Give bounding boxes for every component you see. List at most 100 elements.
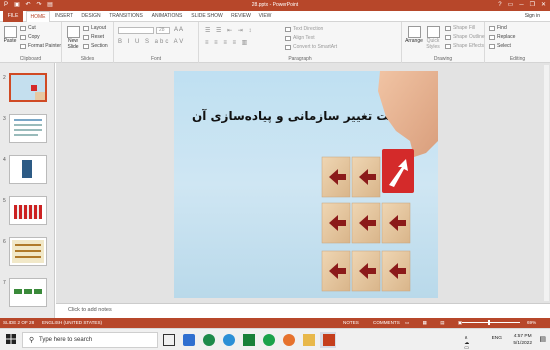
thumbnail-slide-5[interactable] [9,196,47,225]
quick-styles-button[interactable]: Quick Styles [424,26,442,50]
align-icons[interactable]: ≡ ≡ ≡ ≡ ▥ [205,39,249,46]
text-direction-icon [285,26,291,32]
close-button[interactable]: ✕ [541,1,546,10]
taskbar-search-box[interactable]: ⚲ Type here to search [22,332,158,348]
red-cube-icon [382,149,414,193]
ms-store-icon[interactable] [183,334,195,346]
paste-button[interactable]: Paste [3,26,17,44]
tab-insert[interactable]: INSERT [52,11,76,22]
windows-start-icon[interactable] [6,334,16,344]
input-language[interactable]: ENG [492,336,502,341]
select-button[interactable]: Select [489,43,511,49]
replace-button[interactable]: Replace [489,34,515,40]
align-text-label: Align Text [293,35,315,41]
copy-icon [20,34,26,40]
sign-in-link[interactable]: Sign in [525,11,540,22]
system-clock[interactable]: 4:57 PM 5/1/2022 [513,333,532,347]
notes-toggle[interactable]: NOTES [343,318,359,328]
zoom-slider[interactable] [462,322,520,323]
smartart-icon [285,44,291,50]
ribbon: Paste Cut Copy Format Painter Clipboard … [0,22,550,63]
whatsapp-icon[interactable] [263,334,275,346]
reset-button[interactable]: Reset [83,34,104,40]
notes-placeholder[interactable]: Click to add notes [68,307,112,313]
thumb-number: 2 [3,75,6,81]
quick-styles-label: Quick Styles [426,38,440,50]
file-explorer-icon[interactable] [303,334,315,346]
grow-font-icon[interactable]: A A [174,27,183,33]
cut-button[interactable]: Cut [20,25,36,31]
tab-view[interactable]: VIEW [256,11,274,22]
notifications-icon[interactable]: ▤ [539,335,546,343]
layout-label: Layout [91,25,107,31]
shape-effects-button[interactable]: Shape Effects [445,43,484,49]
new-slide-button[interactable]: New Slide [65,26,81,50]
shape-fill-label: Shape Fill [453,25,476,31]
align-text-icon [285,35,291,41]
cut-label: Cut [28,25,36,31]
powerpoint-icon[interactable] [323,334,335,346]
find-icon [489,25,495,31]
thumb-number: 5 [3,198,6,204]
shape-fill-button[interactable]: Shape Fill [445,25,475,31]
font-label: Font [150,56,161,62]
copy-button[interactable]: Copy [20,34,40,40]
minimize-button[interactable]: ─ [519,1,523,10]
tab-slide-show[interactable]: SLIDE SHOW [190,11,224,22]
drawing-group: Arrange Quick Styles Shape Fill Shape Ou… [402,22,485,63]
convert-smartart-label: Convert to SmartArt [293,44,338,50]
canvas-scrollbar[interactable] [544,65,549,301]
edge-icon[interactable] [203,334,215,346]
thumb-number: 3 [3,116,6,122]
thumbnail-slide-2[interactable] [9,73,47,102]
thumbnail-slide-3[interactable] [9,114,47,143]
format-painter-button[interactable]: Format Painter [20,43,61,49]
restore-button[interactable]: ❐ [530,1,535,10]
text-direction-button[interactable]: Text Direction [285,26,323,32]
list-icons[interactable]: ☰ ☰ ⇤ ⇥ ↕ [205,27,253,34]
convert-smartart-button[interactable]: Convert to SmartArt [285,44,337,50]
cut-icon [20,25,26,31]
firefox-icon[interactable] [283,334,295,346]
thumbnail-slide-4[interactable] [9,155,47,184]
tab-file[interactable]: FILE [3,11,23,22]
clock-date: 5/1/2022 [513,341,532,346]
align-text-button[interactable]: Align Text [285,35,315,41]
slide-editor-canvas[interactable]: مدیریت تغییر سازمانی و پیاده‌سازی آن [56,63,550,303]
language-indicator[interactable]: ENGLISH (UNITED STATES) [42,318,102,328]
shape-outline-button[interactable]: Shape Outline [445,34,485,40]
notes-pane[interactable]: Click to add notes [56,303,550,318]
comments-toggle[interactable]: COMMENTS [373,318,400,328]
task-view-icon[interactable] [163,334,175,346]
slide-thumbnails-pane[interactable]: 2 3 4 5 6 7 [0,63,55,318]
tab-transitions[interactable]: TRANSITIONS [107,11,145,22]
view-buttons[interactable]: ▭ ▦ ▤ ▣ [405,318,468,328]
skype-icon[interactable] [223,334,235,346]
help-icon[interactable]: ? [498,1,501,10]
tab-animations[interactable]: ANIMATIONS [149,11,185,22]
zoom-level[interactable]: 69% [527,318,536,328]
tab-design[interactable]: DESIGN [79,11,103,22]
windows-taskbar: ⚲ Type here to search ∧ ☁ ▭ ◫ ♪ ENG 4:57… [0,328,550,350]
current-slide[interactable]: مدیریت تغییر سازمانی و پیاده‌سازی آن [174,71,438,298]
arrange-button[interactable]: Arrange [405,26,423,44]
copy-label: Copy [28,34,40,40]
font-format-icons[interactable]: B I U S abc AV [118,39,185,45]
reset-label: Reset [91,34,105,40]
paste-label: Paste [3,38,17,44]
thumbnail-slide-6[interactable] [9,237,47,266]
tab-home[interactable]: HOME [26,11,50,22]
excel-icon[interactable] [243,334,255,346]
wooden-blocks-image [321,71,438,292]
layout-button[interactable]: Layout [83,25,106,31]
layout-icon [83,25,89,31]
font-size-field[interactable]: 28 [156,27,170,34]
zoom-slider-handle[interactable] [488,320,490,325]
find-button[interactable]: Find [489,25,507,31]
thumbnail-slide-7[interactable] [9,278,47,307]
ribbon-display-icon[interactable]: ▭ [508,1,514,10]
tab-review[interactable]: REVIEW [229,11,253,22]
section-button[interactable]: Section [83,43,108,49]
font-name-field[interactable] [118,27,154,34]
tray-icons[interactable]: ∧ ☁ ▭ ◫ ♪ [464,336,472,350]
